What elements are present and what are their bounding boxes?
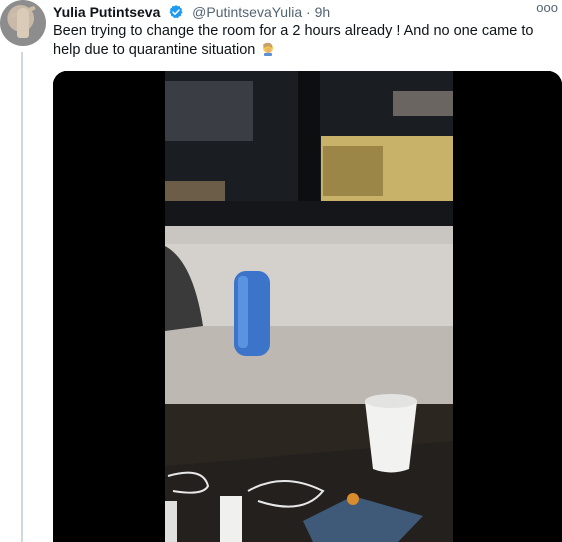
author-avatar[interactable] — [0, 0, 46, 46]
tweet-body: Been trying to change the room for a 2 h… — [53, 22, 558, 60]
thread-line — [21, 52, 23, 542]
video-play-area[interactable] — [53, 71, 562, 542]
author-name[interactable]: Yulia Putintseva — [53, 4, 160, 20]
author-handle[interactable]: @PutintsevaYulia — [192, 4, 302, 20]
header-separator: · — [306, 4, 311, 20]
facepalm-emoji-icon — [261, 42, 275, 56]
tweet-text: Been trying to change the room for a 2 h… — [53, 23, 534, 58]
tweet-timestamp[interactable]: 9h — [315, 4, 331, 20]
verified-badge-icon — [168, 4, 184, 24]
tweet-header: Yulia Putintseva @PutintsevaYulia · 9h — [53, 3, 330, 24]
tweet-video[interactable] — [53, 71, 562, 542]
more-options-icon[interactable]: ooo — [536, 0, 558, 15]
